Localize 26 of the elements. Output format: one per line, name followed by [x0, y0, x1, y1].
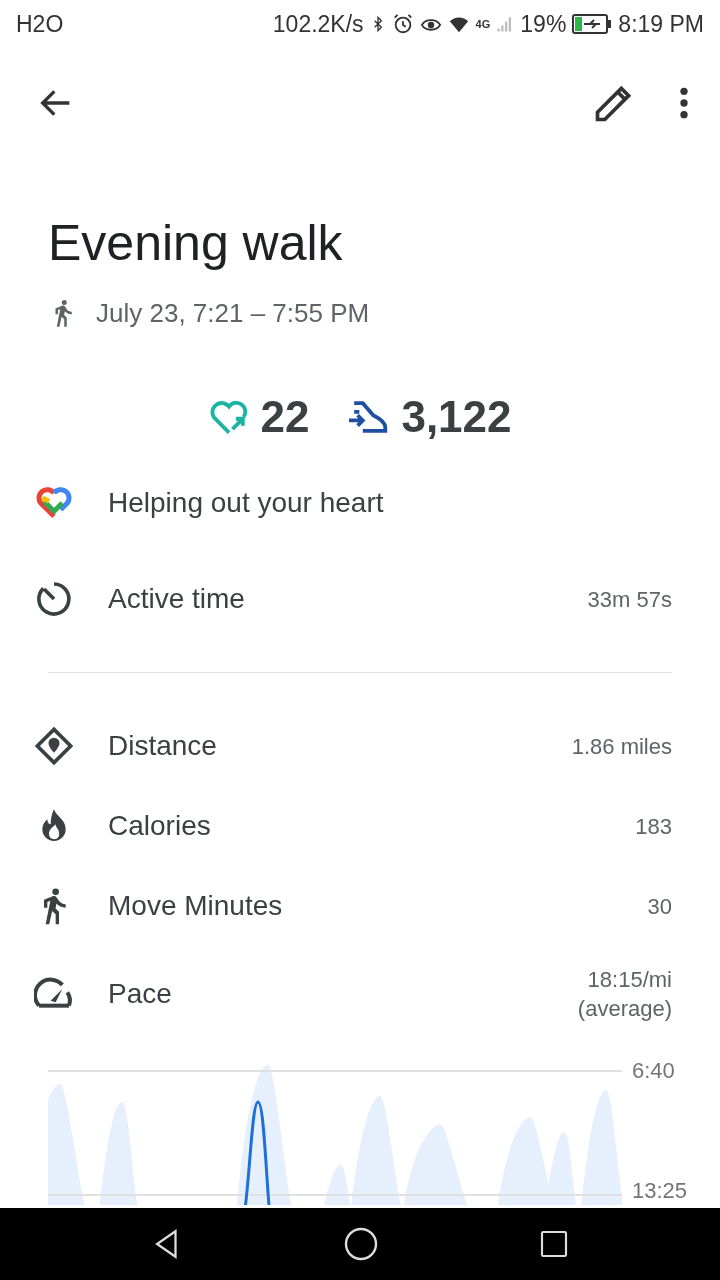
metric-value: 183: [635, 812, 672, 841]
battery-percent: 19%: [520, 10, 567, 38]
metric-label: Calories: [108, 810, 212, 842]
home-nav-button[interactable]: [343, 1226, 379, 1262]
metric-label: Active time: [108, 583, 246, 615]
carrier-name: H2O: [16, 10, 64, 38]
location-pin-icon: [34, 726, 74, 766]
timer-icon: [34, 579, 74, 619]
metric-label: Move Minutes: [108, 890, 284, 922]
metric-value: 1.86 miles: [571, 732, 672, 761]
metric-value: 30: [647, 892, 672, 921]
clock-time: 8:19 PM: [618, 10, 704, 38]
metric-label: Pace: [108, 977, 173, 1010]
total-value: 3,122: [401, 392, 512, 442]
axis-label: 6:40: [632, 1057, 676, 1085]
metric-value: 18:15/mi (average): [577, 965, 672, 1023]
network-type: 4G: [475, 18, 491, 30]
activity-title: Evening walk: [48, 214, 344, 273]
axis-label: 13:25: [632, 1177, 689, 1205]
metric-label: Distance: [108, 730, 218, 762]
battery-icon: [572, 13, 613, 35]
metric-value: 33m 57s: [587, 585, 672, 614]
activity-time: July 23, 7:21 – 7:55 PM: [96, 297, 370, 329]
metric-label: Helping out your heart: [108, 487, 385, 519]
total-value: 22: [260, 392, 310, 442]
network-speed: 102.2K/s: [272, 10, 364, 38]
